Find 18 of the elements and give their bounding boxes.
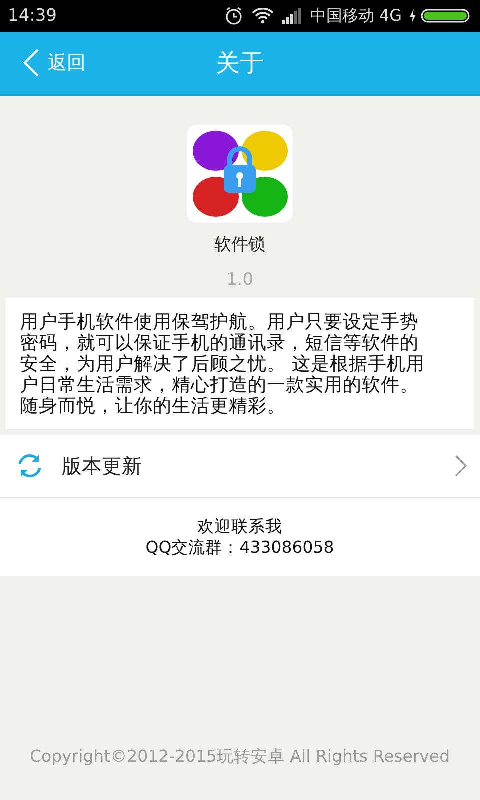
wifi-icon — [252, 8, 274, 24]
version-update-item[interactable]: 版本更新 — [0, 435, 480, 498]
status-time: 14:39 — [8, 6, 57, 26]
back-icon — [22, 49, 40, 77]
battery-icon — [410, 8, 472, 24]
description-text: 用户手机软件使用保驾护航。用户只要设定手势密码，就可以保证手机的通讯录，短信等软件的安全，为用户解决了后顾之忧。 这是根据手机用户日常生活需求，精心打造的一款实用的软件。随身而悦，让你的生活更精彩。 — [6, 298, 474, 429]
app-logo-icon — [187, 125, 293, 223]
contact-text: QQ交流群：433086058 — [146, 537, 334, 558]
copyright-text: Copyright©2012-2015玩转安卓 All Rights Reserved — [28, 746, 452, 768]
refresh-icon — [16, 452, 44, 480]
contact-text: 欢迎联系我 — [198, 516, 282, 537]
page-title: 关于 — [216, 48, 264, 79]
signal-icon — [282, 8, 302, 24]
app-version: 1.0 — [226, 270, 254, 290]
app-name: 软件锁 — [214, 234, 266, 256]
chevron-icon — [454, 454, 468, 478]
alarm-icon — [224, 6, 244, 26]
carrier-label: 中国移动 4G — [310, 6, 402, 26]
